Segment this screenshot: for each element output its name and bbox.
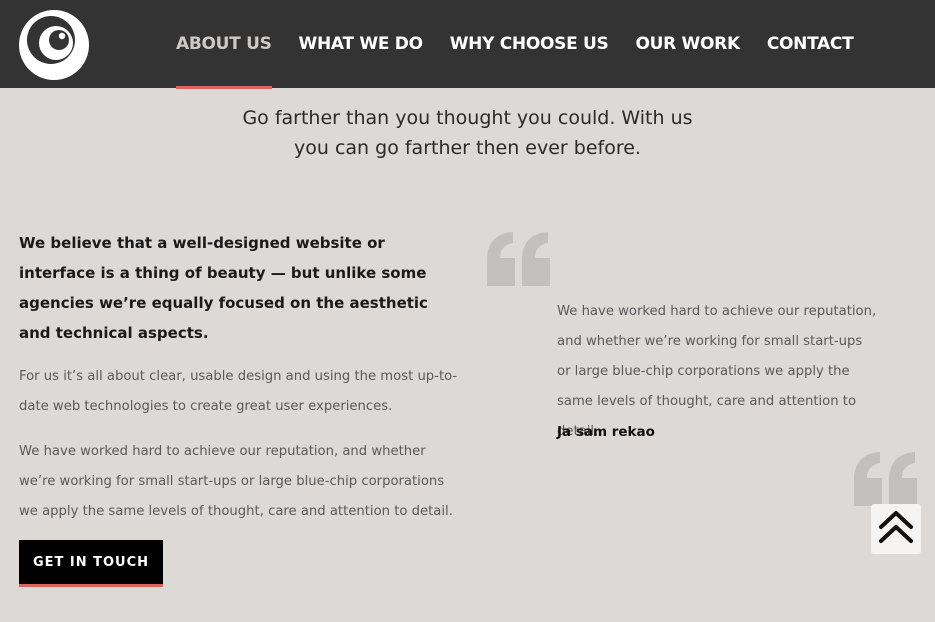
main-nav: ABOUT US WHAT WE DO WHY CHOOSE US OUR WO…: [176, 0, 880, 89]
open-quote-icon: [485, 230, 553, 288]
nav-why-choose-us[interactable]: WHY CHOOSE US: [450, 0, 609, 88]
site-header: ABOUT US WHAT WE DO WHY CHOOSE US OUR WO…: [0, 0, 935, 89]
intro-line-2: you can go farther then ever before.: [294, 137, 641, 159]
get-in-touch-button[interactable]: GET IN TOUCH: [19, 540, 163, 587]
nav-our-work[interactable]: OUR WORK: [635, 0, 740, 88]
about-lead: We believe that a well-designed website …: [19, 234, 428, 342]
nav-contact[interactable]: CONTACT: [767, 0, 854, 88]
intro-text: Go farther than you thought you could. W…: [0, 103, 935, 163]
nav-about-us[interactable]: ABOUT US: [176, 0, 272, 89]
about-paragraph-1: For us it’s all about clear, usable desi…: [19, 369, 458, 414]
nav-what-we-do[interactable]: WHAT WE DO: [299, 0, 423, 88]
testimonial-author: Ja sam rekao: [557, 424, 655, 440]
close-quote-icon: [852, 450, 920, 508]
double-chevron-up-icon: [878, 510, 914, 548]
swirl-logo-icon[interactable]: [18, 9, 90, 81]
scroll-to-top-button[interactable]: [871, 504, 921, 554]
intro-line-1: Go farther than you thought you could. W…: [242, 107, 693, 129]
about-paragraph-2: We have worked hard to achieve our reput…: [19, 444, 453, 519]
